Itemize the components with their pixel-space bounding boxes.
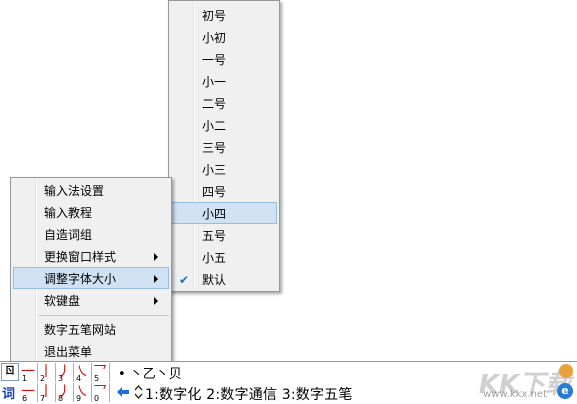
globe-icon[interactable] — [559, 364, 573, 378]
candidate-list[interactable]: 1:数字化 2:数字通信 3:数字五笔 — [145, 384, 353, 404]
menu-item-label: 三号 — [202, 141, 227, 155]
font-item-yihao[interactable]: 一号 — [171, 48, 277, 70]
stroke-key-8[interactable]: 丿8 — [56, 383, 74, 402]
stroke-key-7[interactable]: 丨7 — [38, 383, 56, 402]
stroke-number: 5 — [94, 374, 100, 382]
stroke-key-5[interactable]: 乛5 — [92, 363, 110, 382]
font-item-xiaosi[interactable]: 小四 — [171, 202, 277, 224]
font-size-submenu: 初号 小初 一号 小一 二号 小二 三号 小三 四号 小四 五号 小五 ✔ 默认 — [168, 0, 280, 292]
menu-item-label: 自造词组 — [44, 228, 93, 242]
font-item-chuhao[interactable]: 初号 — [171, 4, 277, 26]
stroke-number: 9 — [76, 394, 82, 402]
menu-item-label: 更换窗口样式 — [44, 250, 117, 264]
menu-item-window-style[interactable]: 更换窗口样式 — [13, 245, 169, 267]
menu-item-soft-keyboard[interactable]: 软键盘 — [13, 289, 169, 311]
stroke-key-3[interactable]: 丿3 — [56, 363, 74, 382]
page-updown-icon[interactable] — [134, 384, 143, 400]
ime-candidate-bar: ㄖ 词 一1 丨2 丿3 ㇏ 4 乛5 一6 丨7 丿8 ㇏ 9 乛0 • 丶乙丶贝… — [0, 361, 577, 403]
stroke-number: 7 — [40, 394, 46, 402]
menu-item-label: 五号 — [202, 229, 227, 243]
menu-item-font-size[interactable]: 调整字体大小 — [13, 267, 169, 289]
stroke-key-6[interactable]: 一6 — [20, 383, 38, 402]
menu-item-ime-settings[interactable]: 输入法设置 — [13, 179, 169, 201]
menu-item-label: 小初 — [202, 31, 227, 45]
font-item-xiaosan[interactable]: 小三 — [171, 158, 277, 180]
input-strokes: • 丶乙丶贝 — [118, 367, 182, 382]
menu-item-custom-phrases[interactable]: 自造词组 — [13, 223, 169, 245]
watermark-url: www.kkx.net — [483, 389, 547, 400]
menu-item-label: 初号 — [202, 9, 227, 23]
checkmark-icon: ✔ — [178, 273, 190, 287]
ime-context-menu: 输入法设置 输入教程 自造词组 更换窗口样式 调整字体大小 软键盘 数字五笔网站… — [10, 177, 172, 363]
menu-item-label: 输入法设置 — [44, 184, 105, 198]
font-item-xiaowu[interactable]: 小五 — [171, 246, 277, 268]
browser-icon[interactable]: e — [557, 383, 573, 399]
menu-item-label: 小四 — [202, 207, 227, 221]
submenu-arrow-icon — [154, 275, 158, 283]
menu-item-label: 小二 — [202, 119, 227, 133]
stroke-number: 0 — [94, 394, 100, 402]
stroke-number: 3 — [58, 374, 64, 382]
stroke-number: 2 — [40, 374, 46, 382]
stroke-number: 1 — [22, 374, 28, 382]
font-item-erhao[interactable]: 二号 — [171, 92, 277, 114]
menu-item-label: 小五 — [202, 251, 227, 265]
menu-item-label: 调整字体大小 — [44, 272, 117, 286]
menu-item-label: 退出菜单 — [44, 345, 93, 359]
menu-item-tutorial[interactable]: 输入教程 — [13, 201, 169, 223]
font-item-default[interactable]: ✔ 默认 — [171, 268, 277, 290]
menu-item-label: 数字五笔网站 — [44, 323, 117, 337]
menu-item-label: 小三 — [202, 163, 227, 177]
font-item-sanhao[interactable]: 三号 — [171, 136, 277, 158]
menu-item-label: 四号 — [202, 185, 227, 199]
stroke-key-2[interactable]: 丨2 — [38, 363, 56, 382]
menu-item-label: 输入教程 — [44, 206, 93, 220]
menu-separator — [39, 315, 169, 316]
font-item-xiaoer[interactable]: 小二 — [171, 114, 277, 136]
menu-item-label: 二号 — [202, 97, 227, 111]
menu-item-website[interactable]: 数字五笔网站 — [13, 318, 169, 340]
font-item-wuhao[interactable]: 五号 — [171, 224, 277, 246]
stroke-key-9[interactable]: ㇏ 9 — [74, 383, 92, 402]
submenu-arrow-icon — [154, 297, 158, 305]
stroke-number: 8 — [58, 394, 64, 402]
menu-item-label: 软键盘 — [44, 294, 81, 308]
stroke-key-0[interactable]: 乛0 — [92, 383, 110, 402]
font-item-xiaoyi[interactable]: 小一 — [171, 70, 277, 92]
stroke-number: 4 — [76, 374, 82, 382]
ci-label: 词 — [2, 387, 16, 402]
submenu-arrow-icon — [154, 253, 158, 261]
menu-item-label: 小一 — [202, 75, 227, 89]
menu-item-label: 一号 — [202, 53, 227, 67]
menu-item-label: 默认 — [202, 273, 227, 287]
menu-item-exit-menu[interactable]: 退出菜单 — [13, 340, 169, 362]
ime-logo-icon[interactable]: ㄖ — [1, 363, 19, 381]
back-arrow-icon[interactable] — [116, 386, 130, 398]
stroke-number: 6 — [22, 394, 28, 402]
font-item-sihao[interactable]: 四号 — [171, 180, 277, 202]
stroke-key-4[interactable]: ㇏ 4 — [74, 363, 92, 382]
font-item-xiaochu[interactable]: 小初 — [171, 26, 277, 48]
stroke-key-1[interactable]: 一1 — [20, 363, 38, 382]
